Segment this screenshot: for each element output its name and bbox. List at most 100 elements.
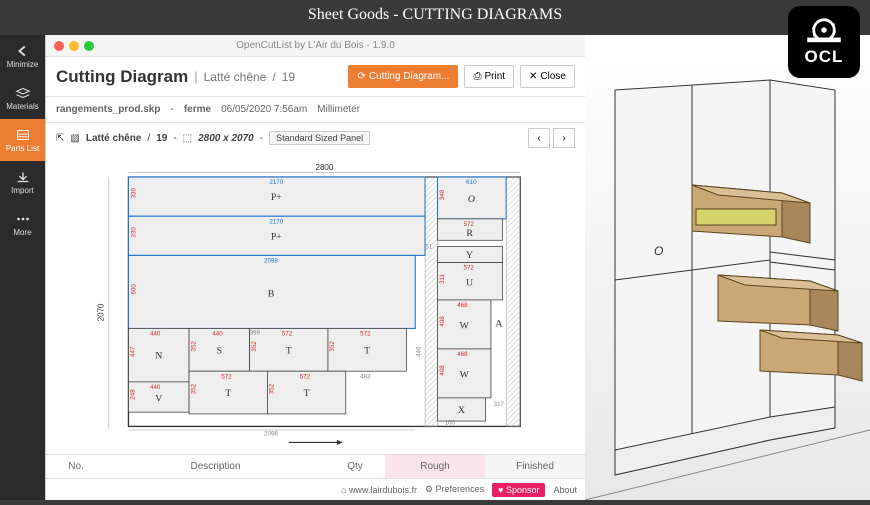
svg-text:W: W xyxy=(460,369,470,380)
svg-text:A: A xyxy=(495,319,502,330)
sidebar-label: Materials xyxy=(6,102,38,111)
file-date: 06/05/2020 7:56am xyxy=(221,104,307,115)
layers-icon xyxy=(14,86,32,100)
ocl-badge-text: OCL xyxy=(805,47,844,67)
model-name: ferme xyxy=(184,104,211,115)
header-material: Latté chêne xyxy=(204,70,267,84)
svg-text:O: O xyxy=(468,194,475,205)
svg-text:V: V xyxy=(155,393,162,404)
window-title: OpenCutList by L'Air du Bois - 1.9.0 xyxy=(46,40,585,51)
subheader: rangements_prod.skp - ferme 06/05/2020 7… xyxy=(46,97,585,123)
panel-count: 19 xyxy=(156,133,167,144)
cutting-diagram-button[interactable]: ⟳ Cutting Diagram... xyxy=(348,65,458,88)
svg-text:408: 408 xyxy=(439,365,446,376)
svg-text:2070: 2070 xyxy=(97,303,106,321)
svg-text:446: 446 xyxy=(416,346,423,357)
footer-url[interactable]: ⌂ www.lairdubois.fr xyxy=(341,485,417,495)
file-name: rangements_prod.skp xyxy=(56,104,160,115)
sidebar-label: Parts List xyxy=(6,144,39,153)
svg-text:352: 352 xyxy=(329,341,336,352)
svg-text:U: U xyxy=(466,278,473,289)
svg-text:610: 610 xyxy=(466,179,477,186)
material-icon: ▧ xyxy=(70,133,79,144)
svg-text:468: 468 xyxy=(457,302,468,309)
sponsor-button[interactable]: ♥ Sponsor xyxy=(492,483,545,497)
sheet-icon: ⬚ xyxy=(183,133,192,144)
svg-text:B: B xyxy=(268,288,275,299)
svg-text:S: S xyxy=(217,345,222,356)
next-panel-button[interactable]: › xyxy=(553,128,575,148)
svg-text:483: 483 xyxy=(360,373,371,380)
svg-text:600: 600 xyxy=(131,284,138,295)
saw-icon xyxy=(804,17,844,45)
col-desc: Description xyxy=(106,461,325,472)
app-window: OpenCutList by L'Air du Bois - 1.9.0 Cut… xyxy=(45,35,585,500)
col-no: No. xyxy=(46,461,106,472)
svg-text:408: 408 xyxy=(439,316,446,327)
header-title: Cutting Diagram xyxy=(56,67,188,87)
ocl-badge: OCL xyxy=(788,6,860,78)
parts-table-header: No. Description Qty Rough Finished xyxy=(46,454,585,478)
svg-text:352: 352 xyxy=(251,341,258,352)
sidebar: Minimize Materials Parts List Import Mor… xyxy=(0,35,45,500)
svg-text:2800: 2800 xyxy=(316,163,334,172)
file-unit: Millimeter xyxy=(317,104,360,115)
svg-text:2170: 2170 xyxy=(269,179,283,186)
close-button[interactable]: ✕ Close xyxy=(520,65,575,88)
svg-text:311: 311 xyxy=(439,273,446,283)
preferences-link[interactable]: ⚙ Preferences xyxy=(425,484,484,495)
panel-size: 2800 x 2070 xyxy=(198,133,254,144)
print-button[interactable]: ⎙ Print xyxy=(464,65,514,88)
panel-info-bar: ⇱ ▧ Latté chêne / 19 - ⬚ 2800 x 2070 - S… xyxy=(46,123,585,153)
svg-text:572: 572 xyxy=(300,373,311,380)
svg-text:330: 330 xyxy=(131,187,138,198)
svg-text:P+: P+ xyxy=(271,192,282,203)
svg-text:T: T xyxy=(225,388,231,399)
svg-text:572: 572 xyxy=(463,265,474,272)
svg-text:330: 330 xyxy=(131,227,138,238)
sidebar-label: More xyxy=(13,228,31,237)
col-finished: Finished xyxy=(485,455,585,478)
svg-text:N: N xyxy=(155,351,162,362)
about-link[interactable]: About xyxy=(553,485,577,495)
svg-text:R: R xyxy=(466,228,473,239)
col-rough: Rough xyxy=(385,455,485,478)
chevron-left-icon xyxy=(14,44,32,58)
sidebar-item-materials[interactable]: Materials xyxy=(0,77,45,119)
link-icon[interactable]: ⇱ xyxy=(56,133,64,144)
cutting-diagram[interactable]: 2800 2070 2170 330 P+ 2170 330 P+ 2098 6… xyxy=(46,153,585,454)
refresh-icon: ⟳ xyxy=(357,71,365,82)
svg-text:348: 348 xyxy=(439,189,446,200)
header: Cutting Diagram | Latté chêne / 19 ⟳ Cut… xyxy=(46,57,585,97)
print-icon: ⎙ xyxy=(473,71,481,82)
svg-text:100: 100 xyxy=(445,420,456,427)
footer: ⌂ www.lairdubois.fr ⚙ Preferences ♥ Spon… xyxy=(46,478,585,500)
svg-text:Y: Y xyxy=(466,250,473,261)
prev-panel-button[interactable]: ‹ xyxy=(528,128,550,148)
svg-text:399: 399 xyxy=(250,330,261,337)
svg-text:317: 317 xyxy=(494,401,505,408)
svg-text:51: 51 xyxy=(425,243,432,250)
svg-text:352: 352 xyxy=(190,383,197,394)
svg-text:T: T xyxy=(286,345,292,356)
svg-text:O: O xyxy=(654,244,663,258)
sidebar-item-parts-list[interactable]: Parts List xyxy=(0,119,45,161)
sidebar-item-minimize[interactable]: Minimize xyxy=(0,35,45,77)
svg-text:440: 440 xyxy=(150,331,161,338)
svg-text:440: 440 xyxy=(212,331,223,338)
sidebar-label: Minimize xyxy=(7,60,39,69)
svg-text:P+: P+ xyxy=(271,231,282,242)
svg-text:572: 572 xyxy=(221,373,232,380)
svg-text:2098: 2098 xyxy=(264,430,278,437)
col-qty: Qty xyxy=(325,461,385,472)
sidebar-item-more[interactable]: More xyxy=(0,203,45,245)
svg-text:2098: 2098 xyxy=(264,258,278,265)
import-icon xyxy=(14,170,32,184)
svg-text:352: 352 xyxy=(269,383,276,394)
sidebar-item-import[interactable]: Import xyxy=(0,161,45,203)
svg-text:468: 468 xyxy=(457,351,468,358)
close-icon: ✕ xyxy=(529,71,537,82)
header-count: 19 xyxy=(282,70,295,84)
svg-text:572: 572 xyxy=(360,331,371,338)
panel-type-tag: Standard Sized Panel xyxy=(269,131,370,145)
